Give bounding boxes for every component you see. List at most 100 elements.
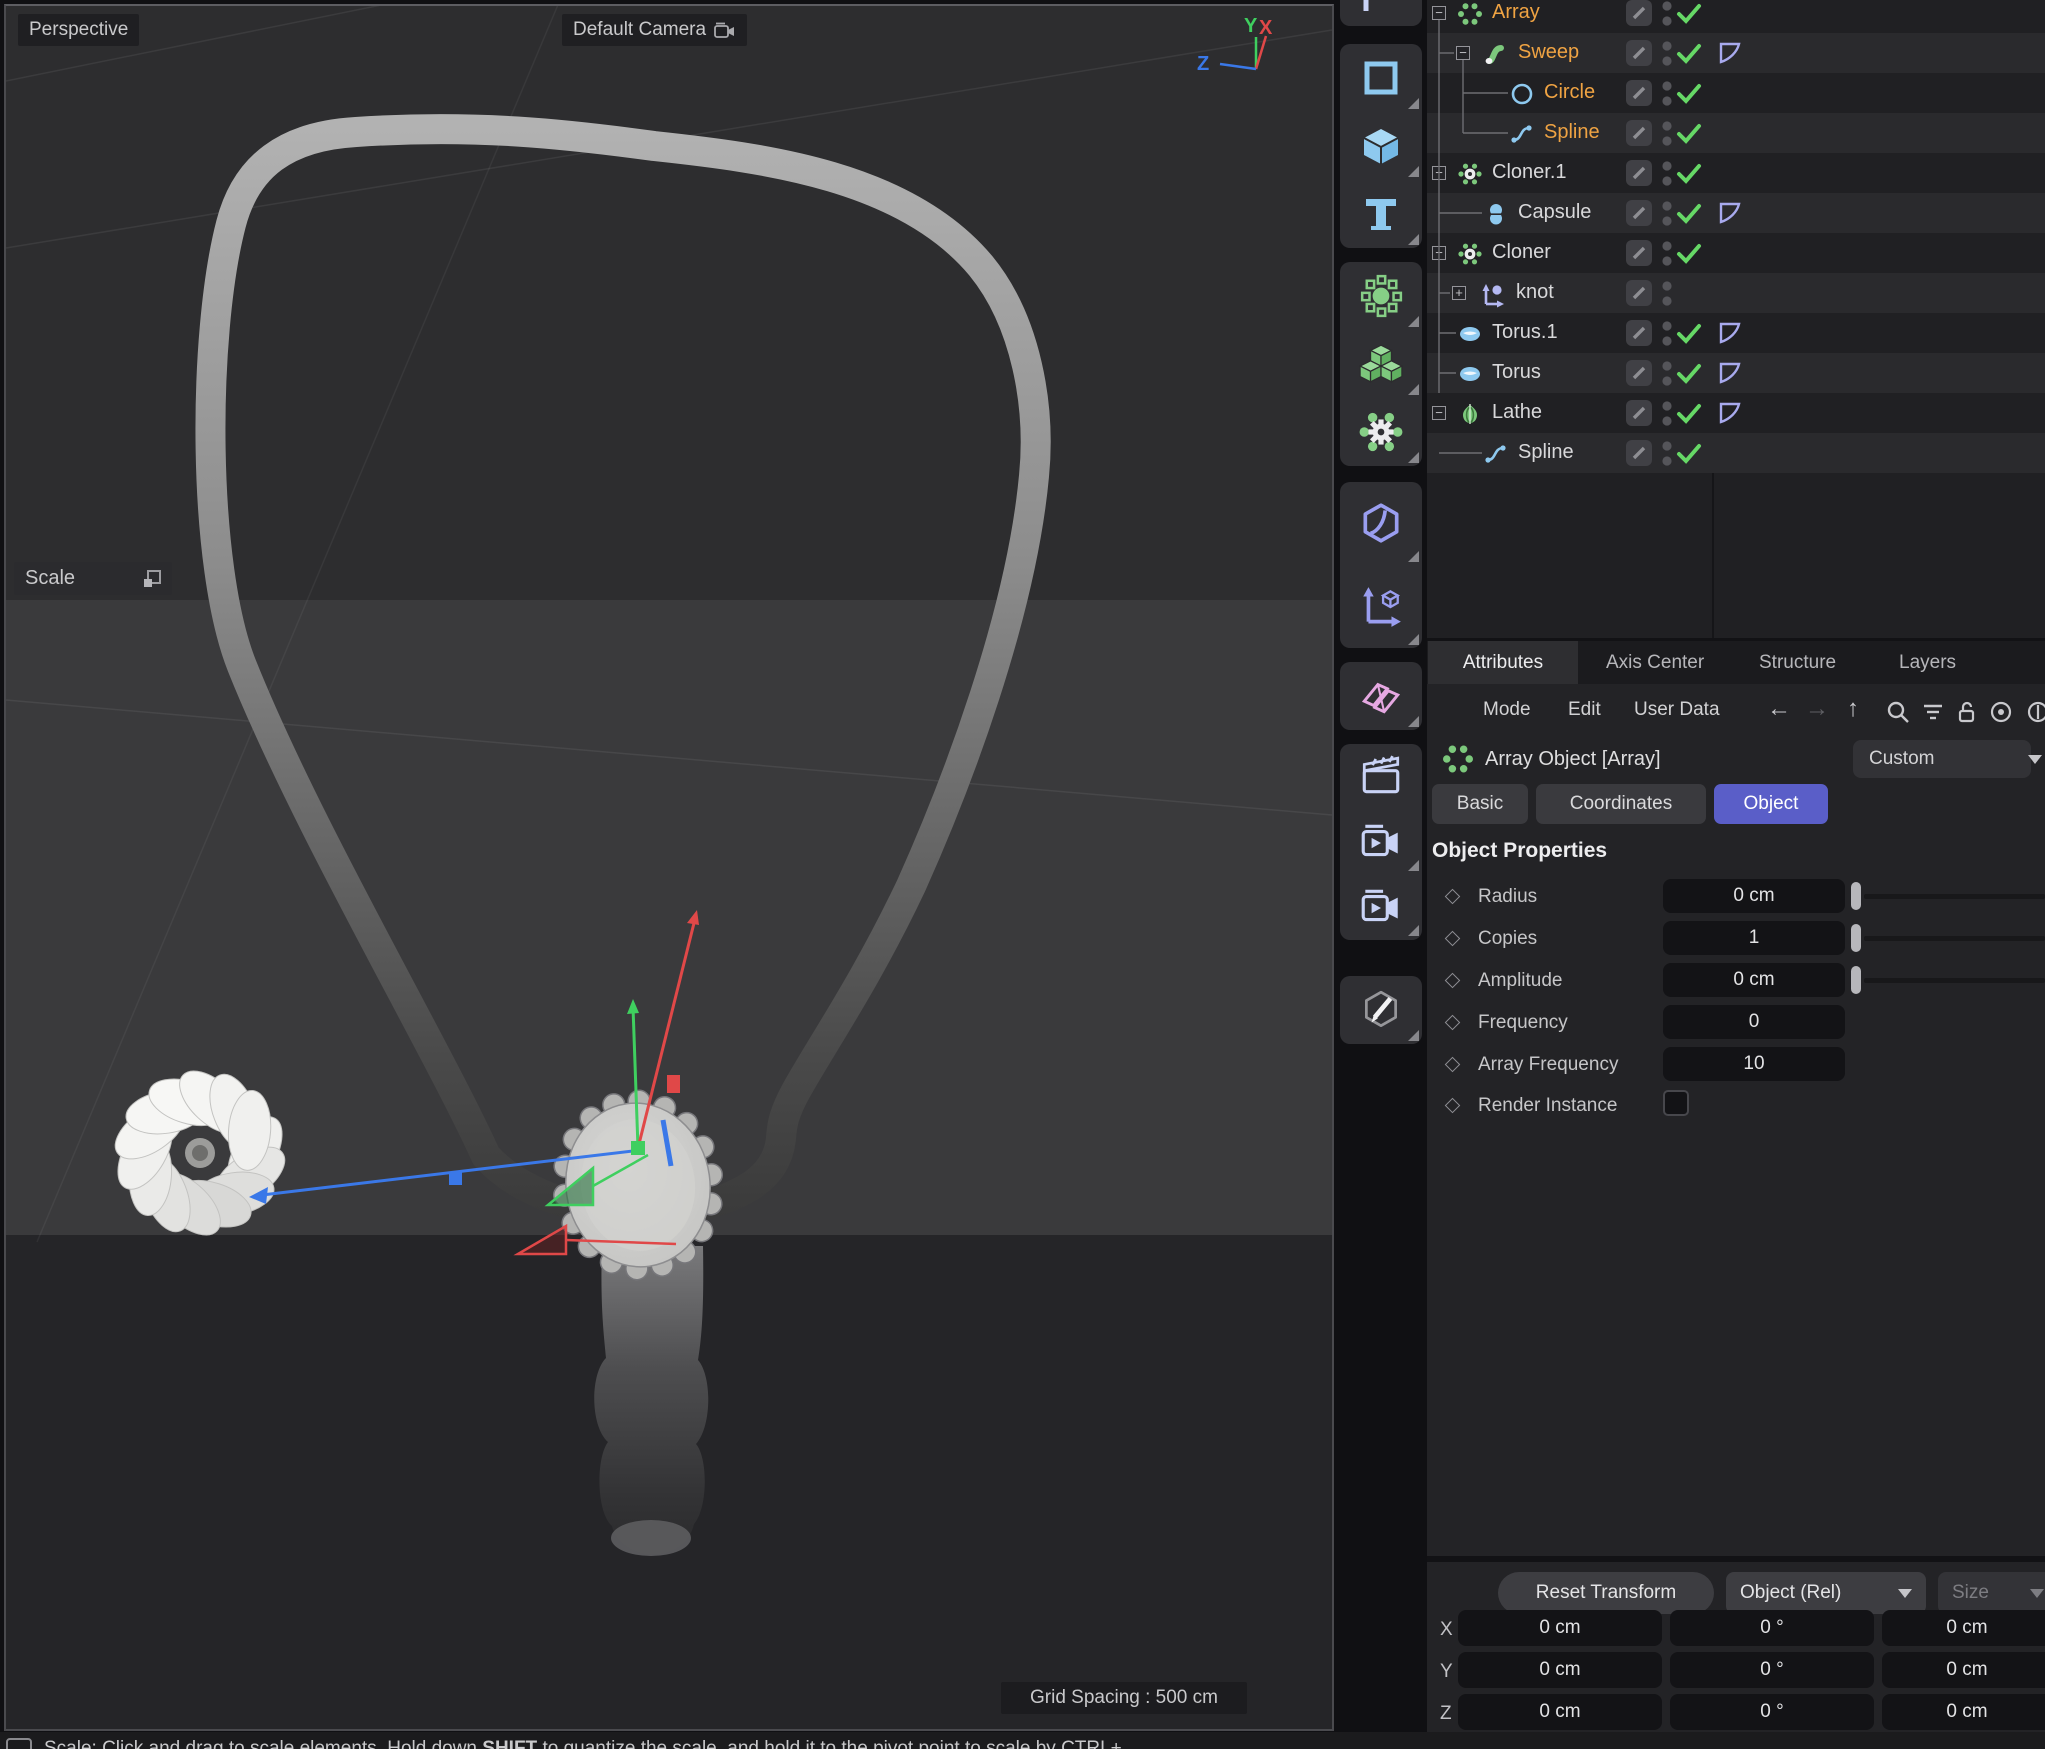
radius-slider-track[interactable] <box>1864 894 2045 899</box>
object-label[interactable]: Capsule <box>1518 201 1591 224</box>
preset-dropdown[interactable]: Custom <box>1853 740 2031 778</box>
volume-cubes-tool-button[interactable] <box>1340 330 1422 398</box>
coordinate-mode-dropdown[interactable]: Object (Rel) <box>1726 1572 1926 1614</box>
collapse-icon[interactable]: − <box>1432 406 1446 420</box>
simulation-gear-tool-button[interactable] <box>1340 398 1422 466</box>
clipped-icon[interactable] <box>2025 699 2045 725</box>
workplane-axis-tool-button[interactable] <box>1340 565 1422 648</box>
reset-transform-button[interactable]: Reset Transform <box>1498 1572 1714 1614</box>
history-back-icon[interactable]: ← <box>1767 690 1791 730</box>
object-row-capsule[interactable]: Capsule <box>1427 193 2045 233</box>
render-instance-checkbox[interactable] <box>1663 1090 1689 1116</box>
menu-user-data[interactable]: User Data <box>1634 690 1720 730</box>
visibility-dots-icon[interactable] <box>1658 155 1676 191</box>
camera-2-tool-button[interactable] <box>1340 874 1422 939</box>
collapse-icon[interactable]: − <box>1432 166 1446 180</box>
object-label[interactable]: Cloner.1 <box>1492 161 1567 184</box>
visibility-dots-icon[interactable] <box>1658 235 1676 271</box>
gizmo-center-handle[interactable] <box>631 1141 645 1155</box>
object-row-cloner[interactable]: − Cloner <box>1427 233 2045 273</box>
key-diamond-icon[interactable] <box>1445 973 1461 989</box>
layer-edit-toggle[interactable] <box>1626 240 1652 266</box>
key-diamond-icon[interactable] <box>1445 931 1461 947</box>
object-row-spline2[interactable]: Spline <box>1427 433 2045 473</box>
key-diamond-icon[interactable] <box>1445 889 1461 905</box>
enabled-check-icon[interactable] <box>1676 201 1702 227</box>
visibility-dots-icon[interactable] <box>1658 115 1676 151</box>
enabled-check-icon[interactable] <box>1676 361 1702 387</box>
tab-attributes[interactable]: Attributes <box>1428 641 1578 684</box>
copies-input[interactable]: 1 <box>1663 921 1845 955</box>
scene-capsule-column[interactable] <box>594 1246 708 1556</box>
preset-dropdown-caret-icon[interactable] <box>2028 755 2042 764</box>
collapse-icon[interactable]: − <box>1432 246 1446 260</box>
viewport-3d[interactable]: Y X Z Perspective Default Camera Scale G… <box>4 4 1334 1731</box>
radius-slider-handle[interactable] <box>1851 882 1861 910</box>
rotation-x-input[interactable]: 0 ° <box>1670 1610 1874 1646</box>
spline-rectangle-tool-button[interactable] <box>1340 44 1422 112</box>
position-x-input[interactable]: 0 cm <box>1458 1610 1662 1646</box>
object-row-lathe[interactable]: − Lathe <box>1427 393 2045 433</box>
layer-edit-toggle[interactable] <box>1626 40 1652 66</box>
layer-edit-toggle[interactable] <box>1626 120 1652 146</box>
object-label[interactable]: Torus.1 <box>1492 321 1558 344</box>
scale-y-input[interactable]: 0 cm <box>1882 1652 2045 1688</box>
fields-tool-button[interactable] <box>1340 662 1422 730</box>
render-clapperboard-tool-button[interactable] <box>1340 744 1422 809</box>
object-label[interactable]: Spline <box>1544 121 1600 144</box>
enabled-check-icon[interactable] <box>1676 81 1702 107</box>
parent-up-icon[interactable]: ↑ <box>1847 690 1859 730</box>
filter-icon[interactable] <box>1921 701 1945 725</box>
tab-axis-center[interactable]: Axis Center <box>1606 641 1704 684</box>
layer-edit-toggle[interactable] <box>1626 200 1652 226</box>
enabled-check-icon[interactable] <box>1676 321 1702 347</box>
object-label[interactable]: Sweep <box>1518 41 1579 64</box>
visibility-dots-icon[interactable] <box>1658 195 1676 231</box>
visibility-dots-icon[interactable] <box>1658 435 1676 471</box>
array-generator-tool-button[interactable] <box>1340 262 1422 330</box>
visibility-dots-icon[interactable] <box>1658 35 1676 71</box>
enabled-check-icon[interactable] <box>1676 41 1702 67</box>
object-label[interactable]: Torus <box>1492 361 1541 384</box>
layer-edit-toggle[interactable] <box>1626 320 1652 346</box>
layer-edit-toggle[interactable] <box>1626 280 1652 306</box>
phong-tag-icon[interactable] <box>1718 201 1742 225</box>
visibility-dots-icon[interactable] <box>1658 395 1676 431</box>
position-y-input[interactable]: 0 cm <box>1458 1652 1662 1688</box>
layer-edit-toggle[interactable] <box>1626 80 1652 106</box>
object-row-cloner1[interactable]: − Cloner.1 <box>1427 153 2045 193</box>
position-z-input[interactable]: 0 cm <box>1458 1694 1662 1730</box>
radius-input[interactable]: 0 cm <box>1663 879 1845 913</box>
visibility-dots-icon[interactable] <box>1658 275 1676 311</box>
annotate-pencil-tool-button[interactable] <box>1340 976 1422 1044</box>
phong-tag-icon[interactable] <box>1718 361 1742 385</box>
layer-edit-toggle[interactable] <box>1626 400 1652 426</box>
object-label[interactable]: Circle <box>1544 81 1595 104</box>
key-diamond-icon[interactable] <box>1445 1015 1461 1031</box>
camera-tool-button[interactable] <box>1340 809 1422 874</box>
amplitude-input[interactable]: 0 cm <box>1663 963 1845 997</box>
rotation-y-input[interactable]: 0 ° <box>1670 1652 1874 1688</box>
visibility-dots-icon[interactable] <box>1658 75 1676 111</box>
object-row-knot[interactable]: + knot <box>1427 273 2045 313</box>
enabled-check-icon[interactable] <box>1676 1 1702 27</box>
object-label[interactable]: Spline <box>1518 441 1574 464</box>
enabled-check-icon[interactable] <box>1676 241 1702 267</box>
size-dropdown[interactable]: Size <box>1938 1572 2045 1614</box>
amplitude-slider-handle[interactable] <box>1851 966 1861 994</box>
subtab-coordinates[interactable]: Coordinates <box>1536 784 1706 824</box>
object-label[interactable]: Cloner <box>1492 241 1551 264</box>
enabled-check-icon[interactable] <box>1676 441 1702 467</box>
phong-tag-icon[interactable] <box>1718 41 1742 65</box>
expand-icon[interactable]: + <box>1452 286 1466 300</box>
collapse-icon[interactable]: − <box>1456 46 1470 60</box>
object-row-sweep[interactable]: − Sweep <box>1427 33 2045 73</box>
menu-edit[interactable]: Edit <box>1568 690 1601 730</box>
enabled-check-icon[interactable] <box>1676 121 1702 147</box>
primitive-cube-tool-button[interactable] <box>1340 112 1422 180</box>
key-diamond-icon[interactable] <box>1445 1057 1461 1073</box>
visibility-dots-icon[interactable] <box>1658 0 1676 31</box>
copies-slider-handle[interactable] <box>1851 924 1861 952</box>
tab-structure[interactable]: Structure <box>1759 641 1836 684</box>
subtab-object[interactable]: Object <box>1714 784 1828 824</box>
